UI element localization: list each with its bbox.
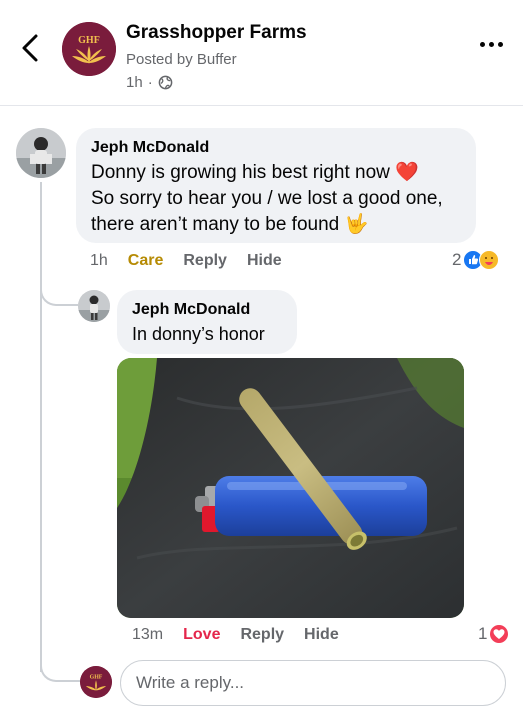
reply-text: In donny’s honor — [132, 324, 265, 344]
posted-by: Posted by Buffer — [126, 51, 237, 68]
joint-and-lighter-photo — [117, 358, 464, 618]
love-icon — [489, 624, 510, 644]
reply-photo[interactable] — [117, 358, 464, 618]
more-dot-icon — [489, 42, 494, 47]
svg-text:GHF: GHF — [90, 674, 103, 680]
back-button[interactable] — [16, 30, 46, 66]
my-avatar: GHF — [80, 666, 112, 698]
svg-text:GHF: GHF — [78, 35, 100, 46]
comment-line: there aren’t many to be found 🤟 — [91, 214, 369, 235]
grasshopper-farms-logo: GHF — [80, 666, 112, 698]
reply-bubble: Jeph McDonald In donny’s honor — [117, 290, 297, 354]
more-dot-icon — [498, 42, 503, 47]
reply-reaction-summary[interactable]: 1 — [478, 624, 510, 644]
write-reply-input[interactable] — [120, 660, 506, 706]
post-meta: 1h · — [126, 74, 173, 91]
thread-branch-2 — [40, 646, 80, 682]
post-time: 1h — [126, 74, 143, 91]
reply-actions: 13m Love Reply Hide — [132, 626, 339, 644]
hide-button[interactable]: Hide — [247, 252, 282, 270]
reply-author[interactable]: Jeph McDonald — [132, 301, 282, 319]
comment-bubble: Jeph McDonald Donny is growing his best … — [76, 128, 476, 243]
love-reaction-button[interactable]: Love — [183, 626, 220, 644]
thread-line-main — [40, 182, 42, 672]
reply-button[interactable]: Reply — [183, 252, 227, 270]
comment-author[interactable]: Jeph McDonald — [91, 139, 461, 157]
reaction-count: 1 — [478, 624, 488, 643]
comment-time: 1h — [90, 252, 108, 269]
meta-separator: · — [147, 74, 153, 91]
more-dot-icon — [480, 42, 485, 47]
post-header: GHF Grasshopper Farms Posted by Buffer 1… — [0, 0, 523, 106]
reaction-count: 2 — [452, 250, 462, 269]
reply-author-avatar[interactable] — [78, 290, 110, 322]
commenter-avatar[interactable] — [16, 128, 66, 178]
reply-button[interactable]: Reply — [240, 626, 284, 644]
comment-actions: 1h Care Reply Hide — [90, 252, 282, 270]
reply-time: 13m — [132, 626, 164, 643]
care-icon — [479, 250, 500, 270]
more-options-button[interactable] — [480, 42, 503, 47]
avatar-photo — [16, 128, 66, 178]
avatar-photo — [78, 290, 110, 322]
chevron-left-icon — [22, 34, 38, 62]
hide-button[interactable]: Hide — [304, 626, 339, 644]
care-reaction-button[interactable]: Care — [128, 252, 164, 270]
globe-icon — [158, 75, 173, 90]
page-avatar[interactable]: GHF — [62, 22, 116, 76]
page-title[interactable]: Grasshopper Farms — [126, 22, 307, 44]
comment-reaction-summary[interactable]: 2 — [452, 250, 500, 270]
thread-branch-1 — [40, 270, 78, 306]
grasshopper-farms-logo: GHF — [62, 22, 116, 76]
comment-line: Donny is growing his best right now ❤️ — [91, 162, 419, 183]
comment-line: So sorry to hear you / we lost a good on… — [91, 188, 443, 209]
